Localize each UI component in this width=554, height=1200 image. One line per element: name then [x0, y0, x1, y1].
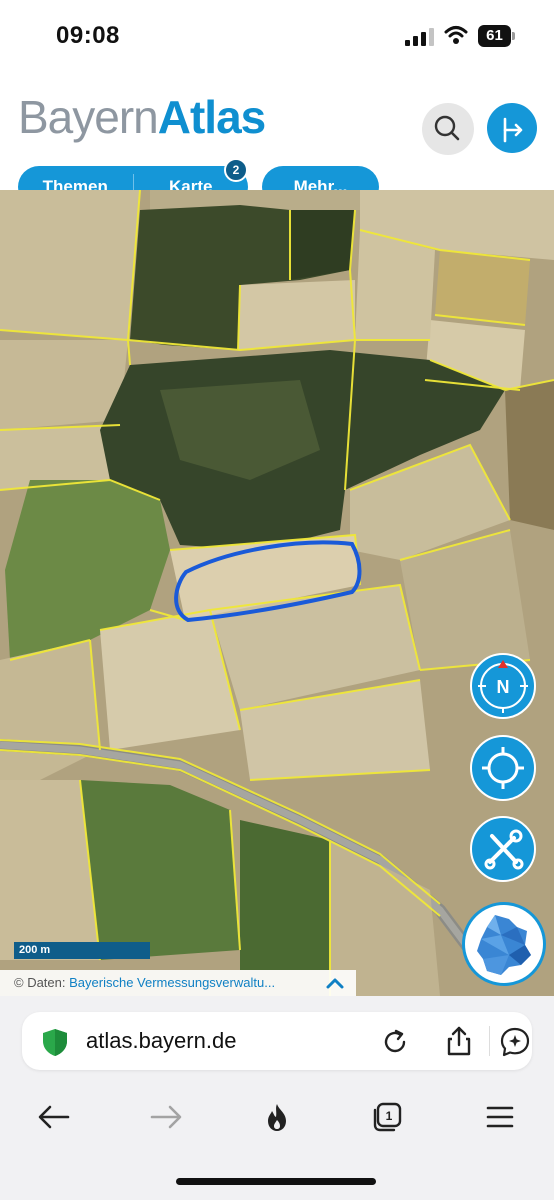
search-icon [434, 115, 460, 141]
route-button[interactable] [487, 103, 537, 153]
menu-icon[interactable] [482, 1102, 518, 1132]
browser-toolbar: atlas.bayern.de 1 [0, 996, 554, 1200]
aerial-map[interactable] [0, 190, 554, 996]
share-icon[interactable] [444, 1025, 474, 1057]
bavaria-overview-button[interactable] [462, 902, 546, 986]
shield-icon[interactable] [40, 1027, 70, 1057]
status-time: 09:08 [56, 22, 120, 49]
locate-crosshair-icon [482, 747, 524, 789]
home-indicator [176, 1178, 376, 1185]
logo-part1: Bayern [18, 91, 159, 143]
wifi-icon [444, 24, 468, 46]
fire-icon[interactable] [259, 1102, 295, 1132]
map-attribution: © Daten: Bayerische Vermessungsverwaltu.… [0, 970, 356, 996]
assistant-chat-icon[interactable] [499, 1026, 531, 1058]
search-button[interactable] [422, 103, 474, 155]
compass-button[interactable]: N [470, 653, 536, 719]
chevron-up-icon[interactable] [325, 976, 345, 990]
map-scale-bar: 200 m [14, 942, 150, 959]
battery-level: 61 [478, 25, 511, 47]
logo-part2: Atlas [157, 91, 266, 143]
bayernatlas-logo[interactable]: BayernAtlas [18, 91, 266, 143]
map-view[interactable]: N 200 m © Daten: Bayerische Vermessungsv… [0, 190, 554, 996]
battery-icon: 61 [478, 25, 516, 47]
cellular-signal-icon [405, 28, 435, 46]
compass-icon: N [478, 660, 528, 713]
back-arrow-icon[interactable] [36, 1102, 72, 1132]
tab-count: 1 [386, 1109, 393, 1123]
app-header: BayernAtlas Themen Karte 2 Mehr... [0, 68, 554, 208]
attribution-prefix: © Daten: [14, 975, 66, 990]
url-text[interactable]: atlas.bayern.de [86, 1028, 236, 1054]
compass-north-label: N [497, 677, 510, 697]
reload-icon[interactable] [380, 1027, 410, 1057]
tabs-icon[interactable]: 1 [369, 1102, 405, 1132]
forward-arrow-icon[interactable] [148, 1102, 184, 1132]
karte-count-badge: 2 [224, 158, 248, 182]
tools-button[interactable] [470, 816, 536, 882]
status-bar: 09:08 61 [0, 0, 554, 68]
route-arrow-icon [503, 117, 523, 143]
locate-button[interactable] [470, 735, 536, 801]
tools-wrench-screwdriver-icon [484, 829, 524, 870]
bavaria-map-icon [477, 915, 531, 975]
attribution-link[interactable]: Bayerische Vermessungsverwaltu... [69, 975, 275, 990]
address-bar[interactable]: atlas.bayern.de [22, 1012, 532, 1070]
